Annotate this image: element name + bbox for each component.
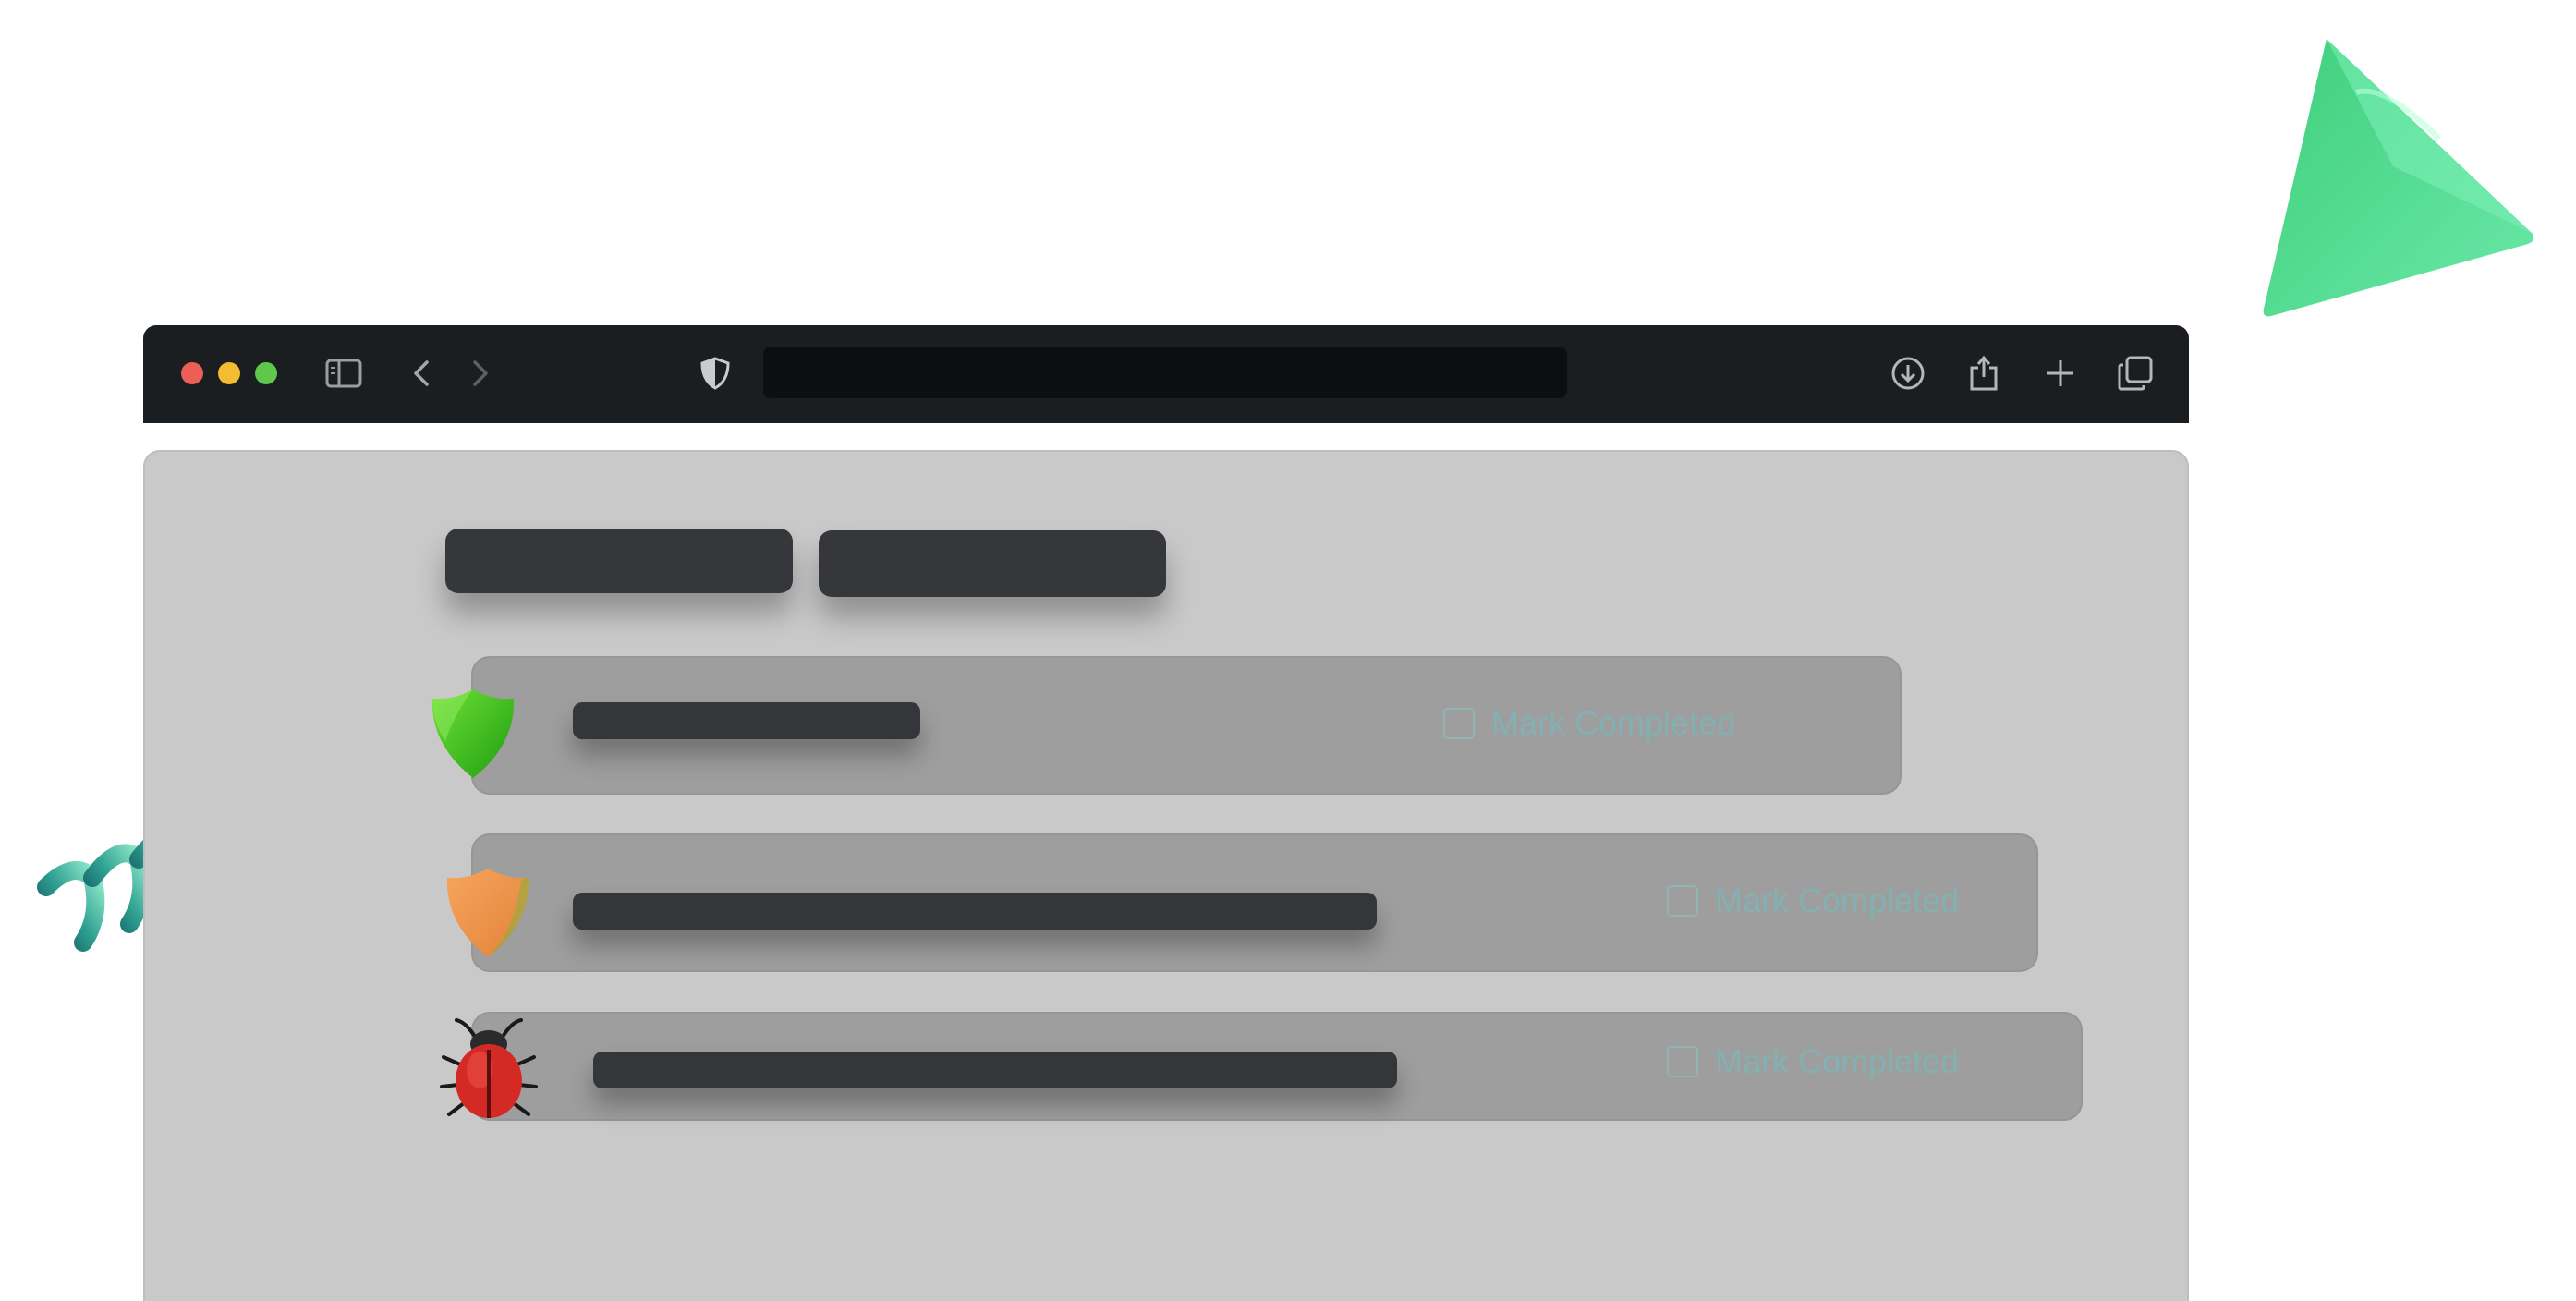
checkbox[interactable] — [1667, 1046, 1698, 1077]
mark-completed-label: Mark Completed — [1715, 1042, 1960, 1080]
tab-overview-icon[interactable] — [2118, 356, 2153, 391]
checkbox[interactable] — [1443, 708, 1475, 739]
stage: Mark Completed Mark Completed Mark Compl… — [0, 0, 2576, 1301]
download-icon[interactable] — [1890, 356, 1926, 391]
green-pyramid-decoration — [2263, 39, 2534, 317]
address-bar[interactable] — [763, 347, 1567, 398]
mark-completed-toggle[interactable]: Mark Completed — [1667, 882, 1959, 920]
green-shield-icon — [431, 689, 515, 778]
mark-completed-toggle[interactable]: Mark Completed — [1667, 1042, 1959, 1081]
share-icon[interactable] — [1968, 351, 1999, 392]
zoom-window-button[interactable] — [255, 362, 277, 384]
forward-chevron-icon[interactable] — [469, 359, 492, 388]
close-window-button[interactable] — [181, 362, 203, 384]
orange-shield-icon — [446, 869, 529, 957]
tab-button-1[interactable] — [445, 529, 793, 593]
task-title-placeholder — [573, 893, 1377, 930]
mark-completed-label: Mark Completed — [1491, 704, 1736, 742]
back-chevron-icon[interactable] — [410, 359, 432, 388]
ladybug-icon — [440, 1018, 538, 1118]
mark-completed-label: Mark Completed — [1715, 882, 1960, 919]
task-title-placeholder — [593, 1052, 1397, 1088]
task-title-placeholder — [573, 702, 920, 739]
tab-button-2[interactable] — [819, 530, 1166, 597]
privacy-shield-icon[interactable] — [700, 357, 730, 390]
new-tab-plus-icon[interactable] — [2044, 357, 2077, 390]
checkbox[interactable] — [1667, 885, 1698, 917]
sidebar-toggle-icon[interactable] — [325, 359, 362, 388]
mark-completed-toggle[interactable]: Mark Completed — [1443, 704, 1735, 743]
minimize-window-button[interactable] — [218, 362, 240, 384]
